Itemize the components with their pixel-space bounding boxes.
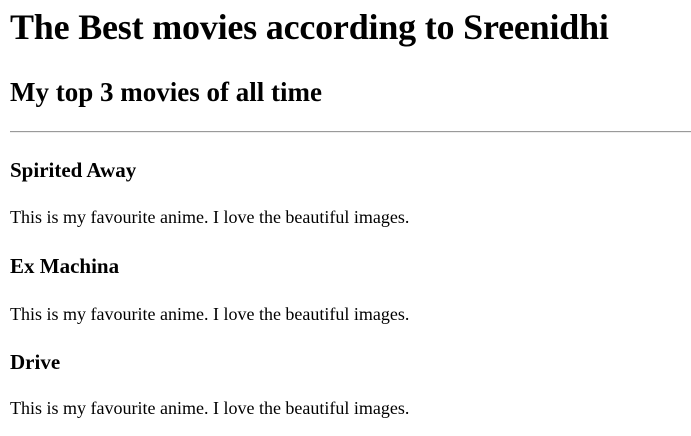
movie-entry: Ex Machina This is my favourite anime. I… xyxy=(10,254,691,325)
movie-entry: Spirited Away This is my favourite anime… xyxy=(10,158,691,228)
movie-description: This is my favourite anime. I love the b… xyxy=(10,207,410,227)
divider xyxy=(10,131,691,133)
page-subtitle: My top 3 movies of all time xyxy=(10,77,322,107)
movie-title: Spirited Away xyxy=(10,158,137,182)
movie-description: This is my favourite anime. I love the b… xyxy=(10,398,410,418)
movie-description: This is my favourite anime. I love the b… xyxy=(10,304,410,324)
page-title: The Best movies according to Sreenidhi xyxy=(10,7,609,47)
movie-title: Drive xyxy=(10,350,61,374)
page-content: The Best movies according to Sreenidhi M… xyxy=(0,0,691,419)
movie-entry: Drive This is my favourite anime. I love… xyxy=(10,350,691,419)
movie-title: Ex Machina xyxy=(10,254,120,278)
